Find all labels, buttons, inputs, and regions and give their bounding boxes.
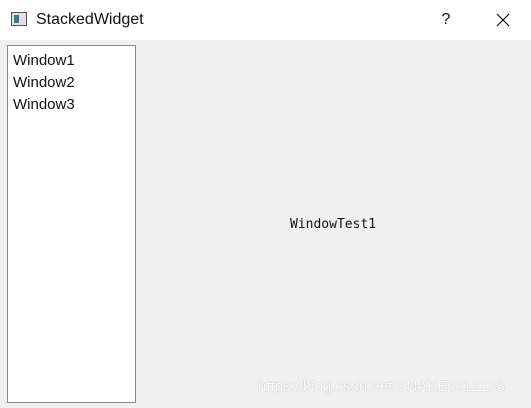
list-item-window1[interactable]: Window1: [13, 52, 75, 69]
watermark-text: https://blog.csdn.net/SNAKEpc12138: [258, 378, 505, 395]
app-window: StackedWidget ? Window1 Window2 Window3 …: [0, 0, 531, 408]
app-window-icon: [11, 12, 27, 26]
title-bar[interactable]: StackedWidget ?: [0, 0, 531, 40]
close-icon: [496, 13, 510, 27]
stacked-page-label: WindowTest1: [290, 217, 377, 232]
window-title: StackedWidget: [36, 11, 144, 28]
list-item-window3[interactable]: Window3: [13, 96, 75, 113]
list-item-window2[interactable]: Window2: [13, 74, 75, 91]
help-button[interactable]: ?: [428, 5, 464, 35]
window-list[interactable]: Window1 Window2 Window3: [7, 45, 136, 403]
close-button[interactable]: [485, 5, 521, 35]
